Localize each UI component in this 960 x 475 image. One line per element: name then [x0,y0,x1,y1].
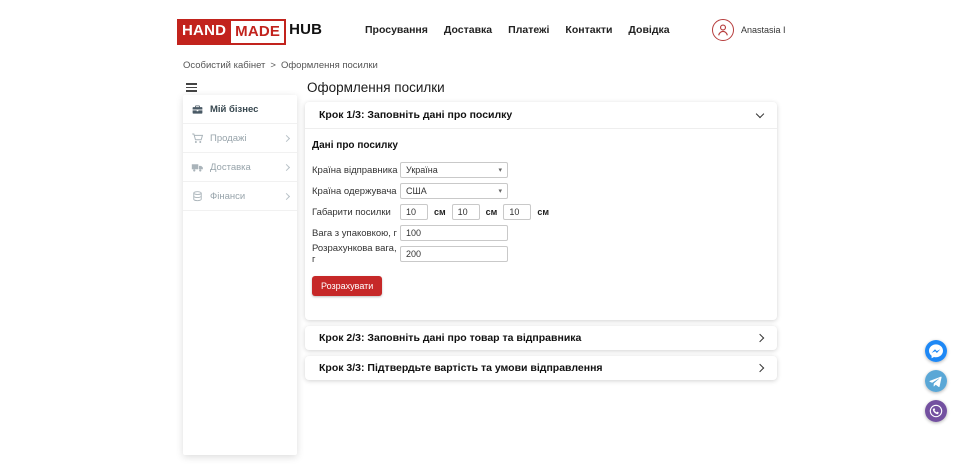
breadcrumb-current: Оформлення посилки [281,60,378,71]
nav-item-promotion[interactable]: Просування [365,24,428,36]
chevron-right-icon [756,364,764,372]
nav-item-help[interactable]: Довідка [628,24,669,36]
cart-icon [191,132,204,145]
chevron-right-icon [283,134,290,141]
caret-down-icon: ▾ [498,167,502,174]
sidebar-item-finance[interactable]: Фінанси [183,182,297,211]
logo-made: MADE [231,19,286,45]
unit-cm-label: см [434,207,446,217]
page-title: Оформлення посилки [307,80,777,95]
sidebar-toggle-hamburger-icon[interactable] [186,83,197,94]
sender-country-row: Країна відправника Україна ▾ [312,162,765,178]
user-avatar-icon [712,19,734,41]
step-2-title: Крок 2/3: Заповніть дані про товар та ві… [319,332,581,344]
packed-weight-row: Вага з упаковкою, г [312,225,765,241]
telegram-icon [925,370,947,392]
logo-hand: HAND [177,19,231,45]
unit-cm-label: см [486,207,498,217]
user-menu[interactable]: Anastasia I [712,19,786,41]
nav-item-delivery[interactable]: Доставка [444,24,492,36]
dimension-length-input[interactable] [400,204,428,220]
sender-country-label: Країна відправника [312,165,400,176]
viber-icon [925,400,947,422]
sidebar-item-my-business[interactable]: Мій бізнес [183,95,297,124]
step-3-header[interactable]: Крок 3/3: Підтвердьте вартість та умови … [305,356,777,380]
step-1-header[interactable]: Крок 1/3: Заповніть дані про посилку [305,102,777,129]
sidebar-item-label: Мій бізнес [210,104,258,115]
truck-icon [191,161,204,174]
step-3-title: Крок 3/3: Підтвердьте вартість та умови … [319,362,603,374]
breadcrumb-home[interactable]: Особистий кабінет [183,60,265,71]
viber-button[interactable] [925,400,947,422]
recipient-country-row: Країна одержувача США ▾ [312,183,765,199]
caret-down-icon: ▾ [498,188,502,195]
nav-item-contacts[interactable]: Контакти [565,24,612,36]
logo[interactable]: HAND MADE HUB [177,19,323,45]
sidebar: Мій бізнес Продажі Доставка [183,95,297,455]
step-1-body: Дані про посилку Країна відправника Укра… [305,129,777,320]
coins-icon [191,190,204,203]
calculate-button[interactable]: Розрахувати [312,276,382,296]
dimensions-label: Габарити посилки [312,207,400,218]
sender-country-value: Україна [406,165,438,175]
dimensions-row: Габарити посилки см см см [312,204,765,220]
sidebar-item-sales[interactable]: Продажі [183,124,297,153]
step-1-card: Крок 1/3: Заповніть дані про посилку Дан… [305,102,777,320]
recipient-country-value: США [406,186,427,196]
step-1-title: Крок 1/3: Заповніть дані про посилку [319,109,512,121]
sidebar-item-label: Фінанси [210,191,245,202]
breadcrumb-separator: > [270,60,276,71]
packed-weight-label: Вага з упаковкою, г [312,228,400,239]
dimension-width-input[interactable] [452,204,480,220]
calculated-weight-row: Розрахункова вага, г [312,246,765,262]
messenger-icon [925,340,947,362]
chevron-down-icon [756,109,764,117]
chevron-right-icon [283,163,290,170]
chevron-right-icon [756,334,764,342]
main-nav: Просування Доставка Платежі Контакти Дов… [365,24,670,36]
nav-item-payments[interactable]: Платежі [508,24,549,36]
main-content: Оформлення посилки Крок 1/3: Заповніть д… [305,80,777,386]
calculated-weight-label: Розрахункова вага, г [312,243,400,265]
logo-hub: HUB [286,19,323,45]
sender-country-select[interactable]: Україна ▾ [400,162,508,178]
messenger-button[interactable] [925,340,947,362]
sidebar-item-label: Доставка [210,162,251,173]
sidebar-item-delivery[interactable]: Доставка [183,153,297,182]
briefcase-icon [191,103,204,116]
parcel-data-section-title: Дані про посилку [312,140,765,151]
chevron-right-icon [283,192,290,199]
telegram-button[interactable] [925,370,947,392]
step-2-header[interactable]: Крок 2/3: Заповніть дані про товар та ві… [305,326,777,350]
header: HAND MADE HUB Просування Доставка Платеж… [0,0,960,55]
breadcrumb: Особистий кабінет > Оформлення посилки [183,60,378,71]
dimension-height-input[interactable] [503,204,531,220]
person-icon [714,21,732,39]
user-name: Anastasia I [741,25,786,35]
packed-weight-input[interactable] [400,225,508,241]
floating-social-buttons [925,340,947,422]
step-2-card: Крок 2/3: Заповніть дані про товар та ві… [305,326,777,350]
recipient-country-select[interactable]: США ▾ [400,183,508,199]
recipient-country-label: Країна одержувача [312,186,400,197]
sidebar-item-label: Продажі [210,133,246,144]
calculated-weight-input[interactable] [400,246,508,262]
unit-cm-label: см [537,207,549,217]
step-3-card: Крок 3/3: Підтвердьте вартість та умови … [305,356,777,380]
